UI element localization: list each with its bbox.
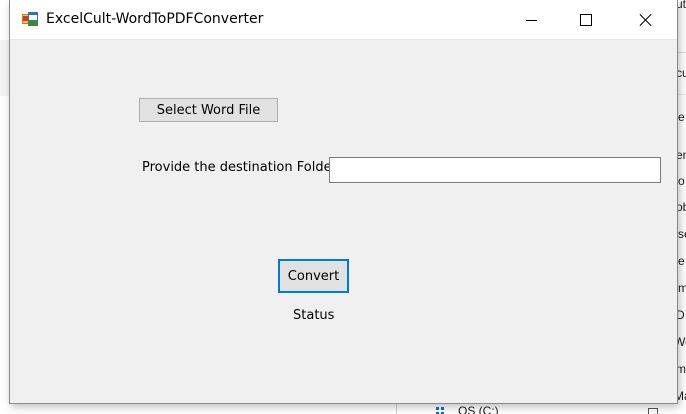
window-title: ExcelCult-WordToPDFConverter: [46, 11, 264, 27]
title-bar[interactable]: ExcelCult-WordToPDFConverter: [10, 0, 677, 40]
background-text-fragment: e: [678, 254, 685, 268]
background-text-fragment: e: [678, 110, 685, 124]
minimize-icon: [525, 19, 537, 21]
background-drive-item[interactable]: OS (C:): [436, 404, 499, 414]
background-bottom-area: [0, 404, 686, 414]
app-icon: [22, 12, 38, 26]
convert-button[interactable]: Convert: [278, 259, 349, 293]
status-label: Status: [293, 308, 335, 323]
background-text-fragment: se: [678, 227, 686, 241]
background-divider: [678, 52, 686, 53]
windows-drive-icon: [436, 407, 444, 414]
drive-label: OS (C:): [458, 404, 499, 414]
background-divider: [678, 94, 686, 95]
maximize-button[interactable]: [563, 0, 609, 40]
select-word-file-button[interactable]: Select Word File: [139, 98, 278, 122]
background-text-fragment: o: [678, 174, 685, 188]
destination-folder-input[interactable]: [329, 157, 661, 183]
background-checkbox[interactable]: [648, 408, 658, 414]
minimize-button[interactable]: [508, 0, 554, 40]
close-icon: [639, 13, 653, 27]
maximize-icon: [580, 14, 592, 26]
close-button[interactable]: [623, 0, 669, 40]
form-client-area: Select Word File Provide the destination…: [10, 41, 677, 403]
background-text-fragment: m: [678, 281, 686, 295]
destination-folder-label: Provide the destination Folder: [142, 160, 337, 175]
app-window: ExcelCult-WordToPDFConverter Select Word…: [9, 0, 678, 404]
